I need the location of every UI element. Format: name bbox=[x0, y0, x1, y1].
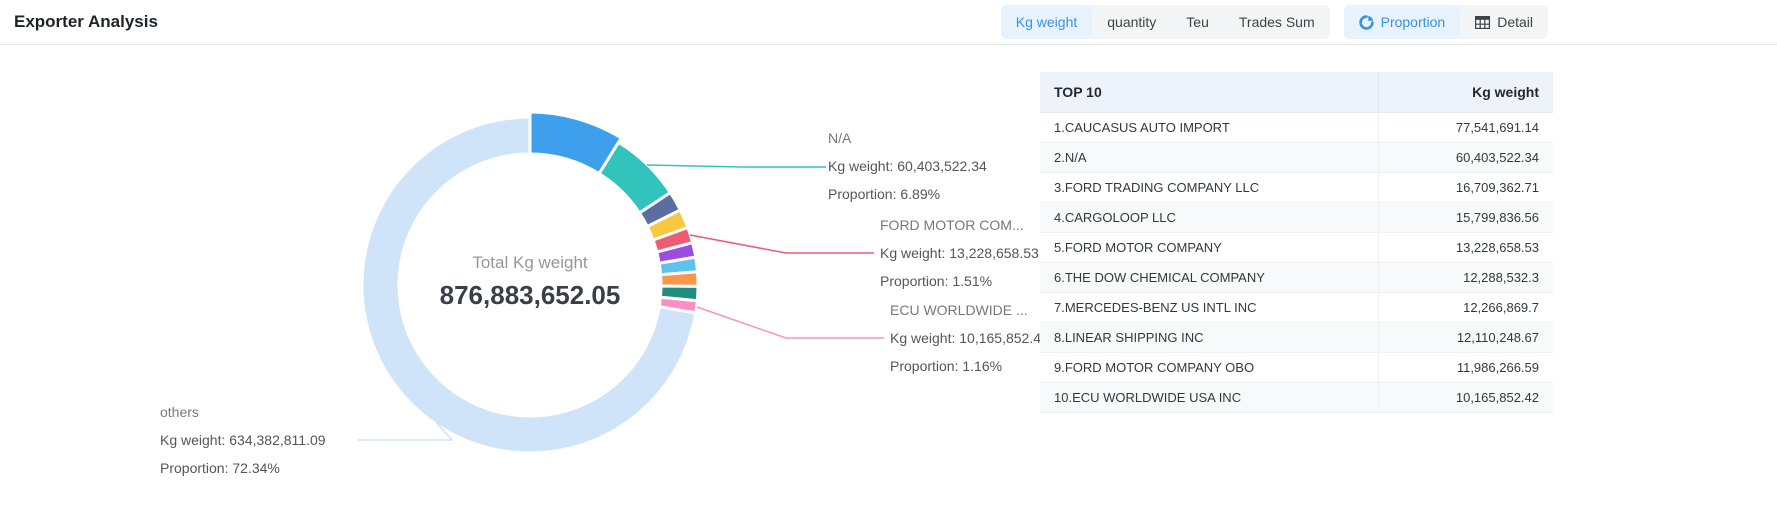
table-grid-icon bbox=[1475, 16, 1490, 29]
table-row: 8.LINEAR SHIPPING INC12,110,248.67 bbox=[1040, 322, 1553, 352]
tab-trades-sum[interactable]: Trades Sum bbox=[1224, 5, 1330, 39]
tab-label: Trades Sum bbox=[1239, 14, 1315, 30]
annotation-kg-weight: Kg weight: 13,228,658.53 bbox=[880, 239, 1039, 267]
annotation-proportion: Proportion: 72.34% bbox=[160, 454, 326, 482]
exporter-name-cell: 1.CAUCASUS AUTO IMPORT bbox=[1040, 112, 1378, 142]
exporter-name-cell: 5.FORD MOTOR COMPANY bbox=[1040, 232, 1378, 262]
tab-label: Detail bbox=[1497, 14, 1533, 30]
annotation-kg-weight: Kg weight: 634,382,811.09 bbox=[160, 426, 326, 454]
kg-weight-cell: 15,799,836.56 bbox=[1378, 202, 1553, 232]
exporter-name-cell: 9.FORD MOTOR COMPANY OBO bbox=[1040, 352, 1378, 382]
exporter-name-cell: 10.ECU WORLDWIDE USA INC bbox=[1040, 382, 1378, 412]
total-value: 876,883,652.05 bbox=[380, 276, 680, 314]
table-row: 4.CARGOLOOP LLC15,799,836.56 bbox=[1040, 202, 1553, 232]
tab-kg-weight[interactable]: Kg weight bbox=[1001, 5, 1092, 39]
kg-weight-cell: 12,288,532.3 bbox=[1378, 262, 1553, 292]
table-row: 3.FORD TRADING COMPANY LLC16,709,362.71 bbox=[1040, 172, 1553, 202]
kg-weight-cell: 11,986,266.59 bbox=[1378, 352, 1553, 382]
top10-table: TOP 10 Kg weight 1.CAUCASUS AUTO IMPORT7… bbox=[1040, 72, 1553, 413]
kg-weight-cell: 12,110,248.67 bbox=[1378, 322, 1553, 352]
tab-bar: Kg weight quantity Teu Trades Sum Propor… bbox=[1001, 5, 1548, 39]
tab-label: quantity bbox=[1107, 14, 1156, 30]
table-row: 9.FORD MOTOR COMPANY OBO11,986,266.59 bbox=[1040, 352, 1553, 382]
kg-weight-cell: 60,403,522.34 bbox=[1378, 142, 1553, 172]
exporter-name-cell: 8.LINEAR SHIPPING INC bbox=[1040, 322, 1378, 352]
label-leader-line-4 bbox=[358, 422, 452, 440]
tab-teu[interactable]: Teu bbox=[1171, 5, 1224, 39]
annotation-others: others Kg weight: 634,382,811.09 Proport… bbox=[160, 398, 326, 482]
top10-header: TOP 10 bbox=[1040, 72, 1378, 112]
kg-weight-cell: 10,165,852.42 bbox=[1378, 382, 1553, 412]
top10-table-header-row: TOP 10 Kg weight bbox=[1040, 72, 1553, 112]
tab-quantity[interactable]: quantity bbox=[1092, 5, 1171, 39]
table-row: 2.N/A60,403,522.34 bbox=[1040, 142, 1553, 172]
exporter-name-cell: 7.MERCEDES-BENZ US INTL INC bbox=[1040, 292, 1378, 322]
annotation-name: ECU WORLDWIDE ... bbox=[890, 296, 1049, 324]
kg-weight-header: Kg weight bbox=[1378, 72, 1553, 112]
kg-weight-cell: 77,541,691.14 bbox=[1378, 112, 1553, 142]
table-row: 6.THE DOW CHEMICAL COMPANY12,288,532.3 bbox=[1040, 262, 1553, 292]
annotation-ford-motor: FORD MOTOR COM... Kg weight: 13,228,658.… bbox=[880, 211, 1039, 295]
kg-weight-cell: 12,266,869.7 bbox=[1378, 292, 1553, 322]
donut-center-label: Total Kg weight 876,883,652.05 bbox=[380, 250, 680, 314]
label-leader-line-1 bbox=[647, 165, 826, 167]
label-leader-line-3 bbox=[697, 307, 884, 338]
view-tab-group: Proportion Detail bbox=[1344, 5, 1548, 39]
label-leader-line-2 bbox=[690, 235, 874, 253]
annotation-proportion: Proportion: 1.16% bbox=[890, 352, 1049, 380]
exporter-name-cell: 3.FORD TRADING COMPANY LLC bbox=[1040, 172, 1378, 202]
total-label: Total Kg weight bbox=[380, 250, 680, 276]
tab-proportion[interactable]: Proportion bbox=[1344, 5, 1461, 39]
annotation-name: FORD MOTOR COM... bbox=[880, 211, 1039, 239]
page-title: Exporter Analysis bbox=[14, 12, 158, 32]
tab-label: Kg weight bbox=[1016, 14, 1077, 30]
annotation-kg-weight: Kg weight: 10,165,852.42 bbox=[890, 324, 1049, 352]
tab-label: Teu bbox=[1186, 14, 1209, 30]
metric-tab-group: Kg weight quantity Teu Trades Sum bbox=[1001, 5, 1330, 39]
tab-detail[interactable]: Detail bbox=[1460, 5, 1548, 39]
annotation-proportion: Proportion: 6.89% bbox=[828, 180, 987, 208]
panel-header: Exporter Analysis Kg weight quantity Teu… bbox=[0, 0, 1777, 45]
annotation-na: N/A Kg weight: 60,403,522.34 Proportion:… bbox=[828, 124, 987, 208]
annotation-proportion: Proportion: 1.51% bbox=[880, 267, 1039, 295]
exporter-name-cell: 6.THE DOW CHEMICAL COMPANY bbox=[1040, 262, 1378, 292]
table-row: 7.MERCEDES-BENZ US INTL INC12,266,869.7 bbox=[1040, 292, 1553, 322]
annotation-name: others bbox=[160, 398, 326, 426]
tab-label: Proportion bbox=[1381, 14, 1446, 30]
table-row: 1.CAUCASUS AUTO IMPORT77,541,691.14 bbox=[1040, 112, 1553, 142]
pie-chart-icon bbox=[1359, 15, 1374, 30]
exporter-name-cell: 4.CARGOLOOP LLC bbox=[1040, 202, 1378, 232]
donut-chart-area: Total Kg weight 876,883,652.05 N/A Kg we… bbox=[0, 44, 1045, 517]
exporter-analysis-panel: Exporter Analysis Kg weight quantity Teu… bbox=[0, 0, 1777, 517]
annotation-ecu-worldwide: ECU WORLDWIDE ... Kg weight: 10,165,852.… bbox=[890, 296, 1049, 380]
kg-weight-cell: 16,709,362.71 bbox=[1378, 172, 1553, 202]
annotation-name: N/A bbox=[828, 124, 987, 152]
table-row: 10.ECU WORLDWIDE USA INC10,165,852.42 bbox=[1040, 382, 1553, 412]
kg-weight-cell: 13,228,658.53 bbox=[1378, 232, 1553, 262]
table-row: 5.FORD MOTOR COMPANY13,228,658.53 bbox=[1040, 232, 1553, 262]
exporter-name-cell: 2.N/A bbox=[1040, 142, 1378, 172]
annotation-kg-weight: Kg weight: 60,403,522.34 bbox=[828, 152, 987, 180]
